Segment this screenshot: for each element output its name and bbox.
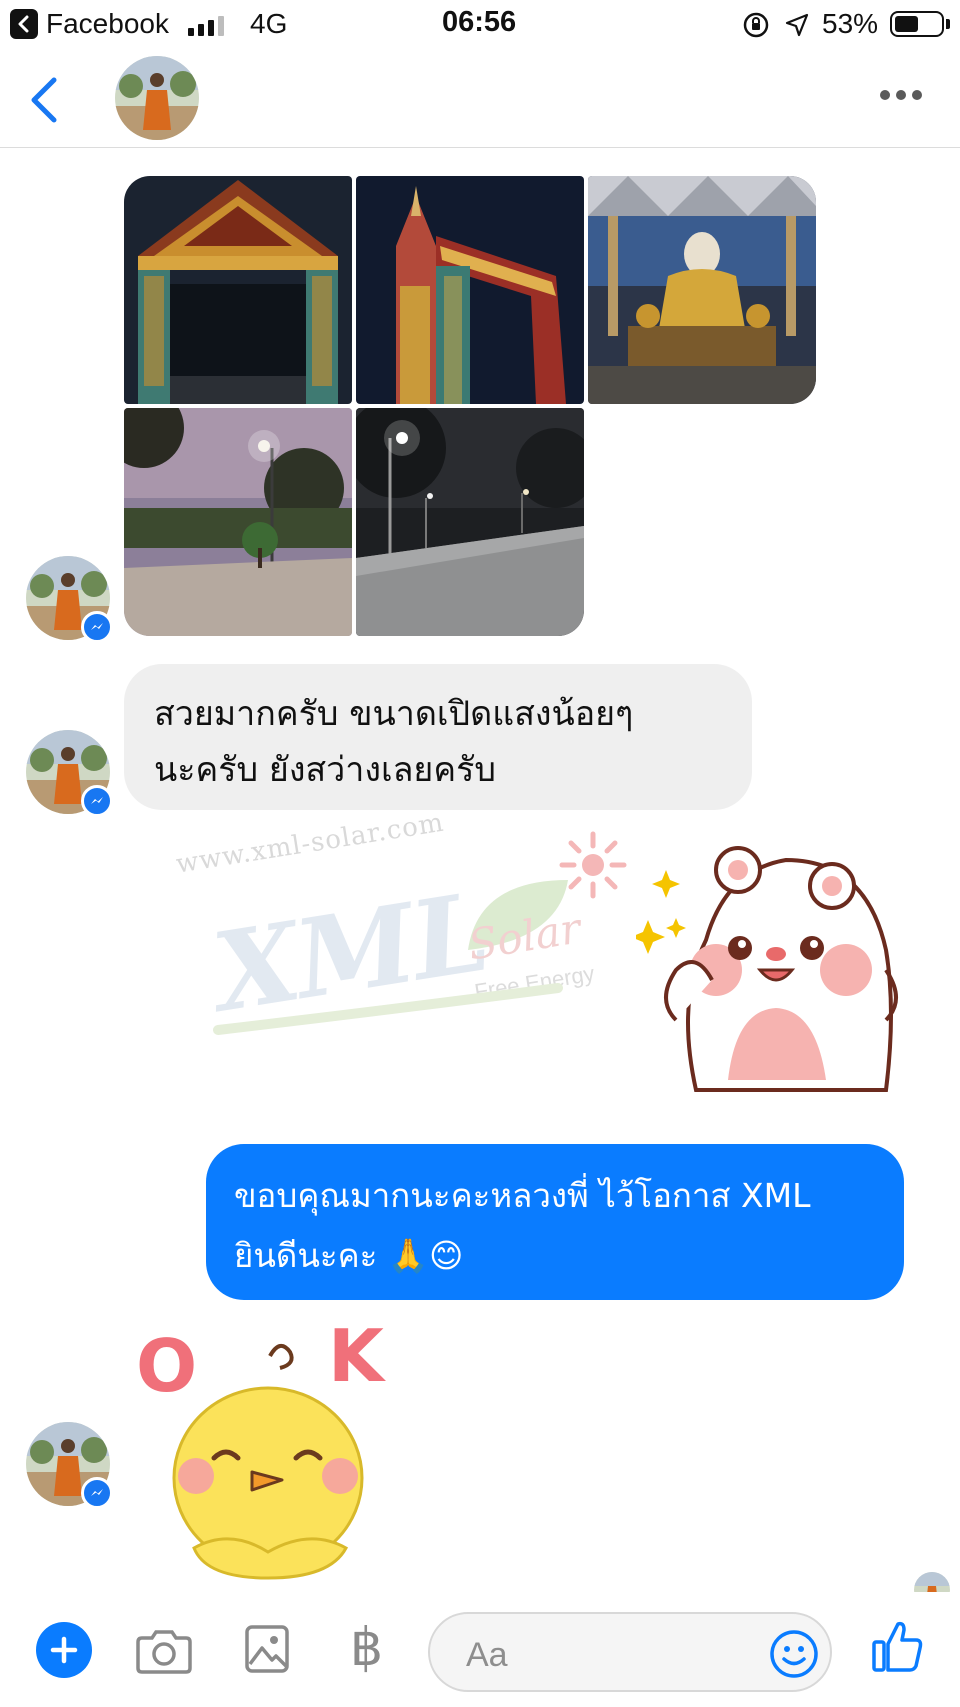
battery-icon — [890, 11, 944, 37]
back-app-label[interactable]: Facebook — [46, 8, 169, 40]
network-type: 4G — [250, 8, 288, 39]
shared-photo-buddha-statue[interactable] — [588, 176, 816, 404]
sender-avatar[interactable] — [26, 730, 113, 817]
outgoing-message-line: ยินดีนะคะ 🙏😊 — [234, 1236, 464, 1275]
bear-sticker[interactable] — [636, 840, 906, 1120]
sticker-letter-o: O — [136, 1324, 198, 1408]
xml-solar-watermark: www.xml-solar.com XML Solar Free Energy — [168, 808, 638, 1060]
incoming-message-line: นะครับ ยังสว่างเลยครับ — [154, 750, 496, 790]
shared-photo-temple-arch[interactable] — [356, 176, 584, 404]
shared-photo-street-light-dusk[interactable] — [124, 408, 352, 636]
more-options-icon[interactable] — [880, 90, 922, 100]
camera-icon[interactable] — [136, 1626, 192, 1674]
plus-button[interactable] — [36, 1622, 92, 1678]
watermark-swoosh — [213, 983, 563, 1035]
shared-photo-temple-gate[interactable] — [124, 176, 352, 404]
outgoing-message-line: ขอบคุณมากนะคะหลวงพี่ ไว้โอกาส XML — [234, 1176, 811, 1215]
sender-avatar[interactable] — [26, 1422, 113, 1509]
gallery-icon[interactable] — [244, 1624, 290, 1674]
conversation-header — [0, 52, 960, 148]
message-input[interactable]: Aa — [428, 1612, 832, 1692]
back-chevron-icon[interactable] — [26, 72, 62, 128]
outgoing-message-bubble[interactable]: ขอบคุณมากนะคะหลวงพี่ ไว้โอกาส XML ยินดีน… — [206, 1144, 904, 1300]
watermark-url: www.xml-solar.com — [174, 807, 447, 880]
plus-icon — [50, 1636, 78, 1664]
message-composer: ฿ Aa — [0, 1592, 960, 1707]
status-time: 06:56 — [442, 6, 517, 38]
messenger-badge-icon — [81, 785, 113, 817]
contact-avatar[interactable] — [115, 56, 199, 140]
status-bar: Facebook 4G 06:56 53% — [0, 0, 960, 52]
battery-percent: 53% — [822, 8, 879, 39]
messenger-badge-icon — [81, 1477, 113, 1509]
battery-cap — [946, 19, 950, 29]
signal-icon — [188, 14, 224, 36]
emoji-icon[interactable] — [768, 1628, 820, 1680]
messenger-badge-icon — [81, 611, 113, 643]
incoming-message-bubble[interactable]: สวยมากครับ ขนาดเปิดแสงน้อยๆ นะครับ ยังสว… — [124, 664, 752, 810]
message-input-placeholder: Aa — [466, 1636, 508, 1674]
rotation-lock-icon — [743, 12, 769, 38]
ok-chick-sticker[interactable]: O K — [136, 1314, 400, 1598]
sender-avatar[interactable] — [26, 556, 113, 643]
location-arrow-icon — [785, 13, 809, 37]
thumbs-up-icon[interactable] — [872, 1618, 924, 1674]
shared-photo-solar-road[interactable] — [356, 408, 584, 636]
incoming-message-line: สวยมากครับ ขนาดเปิดแสงน้อยๆ — [154, 694, 634, 734]
back-to-app-icon[interactable] — [10, 9, 38, 39]
sticker-letter-k: K — [328, 1314, 384, 1398]
payment-baht-icon[interactable]: ฿ — [350, 1618, 383, 1678]
